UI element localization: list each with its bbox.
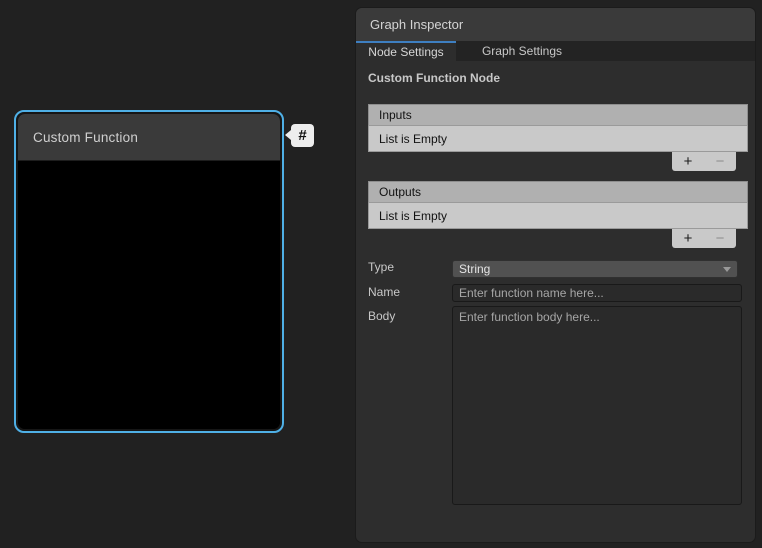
inputs-list-empty-row: List is Empty bbox=[368, 126, 748, 152]
inputs-remove-button[interactable]: − bbox=[708, 153, 732, 170]
node-title: Custom Function bbox=[33, 130, 138, 145]
outputs-list-header-label: Outputs bbox=[379, 185, 421, 199]
type-dropdown-value: String bbox=[459, 262, 490, 276]
tab-graph-settings-label: Graph Settings bbox=[482, 44, 562, 58]
badge-tail bbox=[285, 130, 291, 140]
function-name-input[interactable] bbox=[452, 284, 742, 302]
inputs-list-footer: + − bbox=[368, 152, 748, 171]
name-label: Name bbox=[368, 285, 400, 299]
type-label: Type bbox=[368, 260, 394, 274]
chevron-down-icon bbox=[723, 267, 731, 272]
inputs-list-header[interactable]: Inputs bbox=[368, 104, 748, 126]
outputs-list: Outputs List is Empty + − bbox=[368, 181, 748, 248]
inspector-tabbar: Node Settings Graph Settings bbox=[356, 41, 755, 61]
outputs-list-header[interactable]: Outputs bbox=[368, 181, 748, 203]
section-title: Custom Function Node bbox=[368, 71, 500, 85]
outputs-list-empty-row: List is Empty bbox=[368, 203, 748, 229]
outputs-footer-chip: + − bbox=[672, 229, 736, 248]
inputs-list-header-label: Inputs bbox=[379, 108, 412, 122]
inspector-title: Graph Inspector bbox=[370, 17, 463, 32]
outputs-remove-button[interactable]: − bbox=[708, 230, 732, 247]
inspector-titlebar[interactable]: Graph Inspector bbox=[356, 8, 755, 41]
type-dropdown[interactable]: String bbox=[452, 260, 738, 278]
inputs-footer-chip: + − bbox=[672, 152, 736, 171]
node-hash-badge[interactable]: # bbox=[291, 124, 314, 147]
function-body-textarea[interactable] bbox=[452, 306, 742, 505]
node-header[interactable]: Custom Function bbox=[18, 114, 280, 161]
inputs-add-button[interactable]: + bbox=[676, 153, 700, 170]
inputs-list: Inputs List is Empty + − bbox=[368, 104, 748, 171]
tab-graph-settings[interactable]: Graph Settings bbox=[456, 41, 588, 61]
hash-icon: # bbox=[298, 128, 306, 143]
custom-function-node[interactable]: Custom Function bbox=[14, 110, 284, 433]
shader-graph-window: { "canvas": { "background": "#212121" },… bbox=[0, 0, 762, 548]
node-preview-body bbox=[18, 161, 280, 429]
tab-node-settings-label: Node Settings bbox=[368, 45, 443, 59]
outputs-list-footer: + − bbox=[368, 229, 748, 248]
outputs-add-button[interactable]: + bbox=[676, 230, 700, 247]
outputs-empty-label: List is Empty bbox=[379, 209, 447, 223]
body-label: Body bbox=[368, 309, 395, 323]
tab-node-settings[interactable]: Node Settings bbox=[356, 41, 456, 61]
node-container: Custom Function bbox=[18, 114, 280, 429]
graph-inspector-panel: Graph Inspector Node Settings Graph Sett… bbox=[356, 8, 755, 542]
inputs-empty-label: List is Empty bbox=[379, 132, 447, 146]
